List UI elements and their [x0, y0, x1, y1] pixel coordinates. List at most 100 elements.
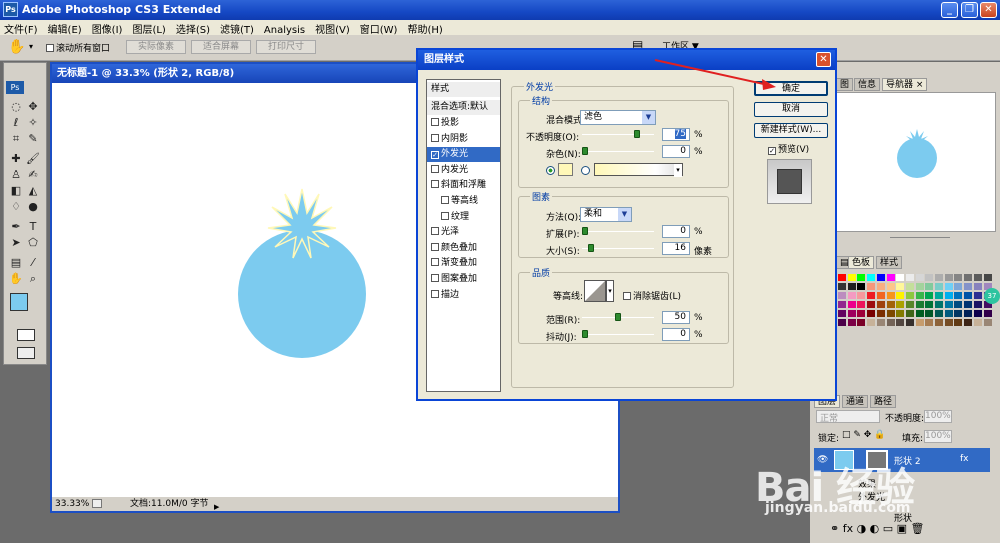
blur-tool-icon[interactable]: ♢ [9, 200, 23, 214]
color-swatch[interactable] [983, 274, 992, 281]
color-swatch[interactable] [857, 283, 866, 290]
color-swatch[interactable] [915, 310, 924, 317]
jitter-field[interactable]: 0 [662, 328, 690, 341]
antialias-checkbox[interactable]: 消除锯齿(L) [623, 289, 681, 302]
color-swatch[interactable] [964, 319, 973, 326]
color-swatch[interactable] [935, 274, 943, 281]
style-item[interactable]: 渐变叠加 [427, 256, 500, 271]
move-tool-icon[interactable]: ✥ [26, 100, 40, 114]
lasso-tool-icon[interactable]: ℓ [9, 116, 23, 130]
color-swatch[interactable] [847, 274, 856, 281]
color-swatch[interactable] [954, 310, 963, 317]
color-swatch[interactable] [964, 310, 973, 317]
color-swatch[interactable] [973, 274, 982, 281]
color-swatch[interactable] [867, 292, 876, 299]
tab-info[interactable]: 信息 [854, 78, 881, 91]
color-swatch[interactable] [915, 274, 924, 281]
color-swatch[interactable] [935, 319, 943, 326]
style-item[interactable]: 纹理 [427, 210, 500, 225]
style-item[interactable]: 等高线 [427, 194, 500, 209]
color-swatch[interactable] [964, 292, 973, 299]
color-swatch[interactable] [954, 292, 963, 299]
glow-color-swatch[interactable] [558, 163, 573, 176]
pen-tool-icon[interactable]: ✒ [9, 220, 23, 234]
style-item-checkbox[interactable] [431, 242, 439, 251]
contour-picker[interactable] [584, 280, 606, 302]
color-swatch[interactable] [847, 292, 856, 299]
color-swatch[interactable] [896, 319, 905, 326]
menu-view[interactable]: 视图(V) [311, 20, 356, 36]
color-swatch[interactable] [857, 301, 866, 308]
style-item-checkbox[interactable] [431, 274, 439, 282]
style-item[interactable]: 斜面和浮雕 [427, 178, 500, 193]
style-item[interactable]: 光泽 [427, 225, 500, 240]
color-swatch[interactable] [886, 301, 895, 308]
color-swatch[interactable] [838, 274, 846, 281]
style-item-checkbox[interactable] [431, 289, 439, 298]
color-swatch[interactable] [983, 319, 992, 326]
color-swatch[interactable] [847, 310, 856, 317]
menu-help[interactable]: 帮助(H) [403, 20, 448, 36]
path-select-icon[interactable]: ➤ [9, 236, 23, 250]
color-swatch[interactable] [944, 274, 953, 281]
color-swatch[interactable] [915, 292, 924, 299]
magic-wand-tool-icon[interactable]: ✧ [26, 116, 40, 130]
color-swatch[interactable] [954, 319, 963, 326]
jitter-slider[interactable] [582, 330, 654, 338]
color-swatch[interactable] [925, 283, 934, 290]
status-icon[interactable] [92, 499, 102, 508]
color-swatch[interactable] [964, 301, 973, 308]
color-swatch[interactable] [983, 310, 992, 317]
color-swatch[interactable] [876, 301, 885, 308]
style-item[interactable]: 描边 [427, 288, 500, 303]
blend-mode-select[interactable]: 滤色 ▼ [580, 110, 656, 125]
navigator-zoom-slider[interactable] [890, 237, 950, 238]
color-swatch[interactable] [944, 292, 953, 299]
dialog-close-icon[interactable]: ✕ [816, 52, 831, 67]
color-swatch[interactable] [935, 301, 943, 308]
gradient-radio[interactable] [581, 166, 590, 175]
color-swatch[interactable] [886, 310, 895, 317]
color-swatch[interactable] [954, 283, 963, 290]
color-swatch[interactable] [915, 301, 924, 308]
crop-tool-icon[interactable]: ⌗ [9, 132, 23, 146]
color-swatch[interactable] [905, 283, 914, 290]
range-slider[interactable] [582, 313, 654, 321]
color-swatch[interactable] [944, 310, 953, 317]
shape-tool-icon[interactable]: ⬠ [26, 236, 40, 250]
color-swatch[interactable] [935, 310, 943, 317]
color-swatch[interactable] [915, 319, 924, 326]
color-swatch[interactable] [925, 319, 934, 326]
color-swatch[interactable] [857, 274, 866, 281]
menu-layer[interactable]: 图层(L) [128, 20, 171, 36]
navigator-preview[interactable] [836, 92, 996, 232]
tab-paths[interactable]: 路径 [870, 395, 897, 408]
hand-tool-icon[interactable]: ✋ [9, 272, 23, 286]
color-swatch[interactable] [925, 310, 934, 317]
style-item[interactable]: 内发光 [427, 163, 500, 178]
swatch-grid[interactable] [837, 272, 995, 384]
style-item-checkbox[interactable] [431, 227, 439, 236]
style-item-checkbox[interactable] [431, 258, 439, 267]
foreground-color-swatch[interactable] [10, 293, 28, 311]
menu-image[interactable]: 图像(I) [88, 20, 129, 36]
color-swatch[interactable] [867, 319, 876, 326]
solid-color-radio[interactable] [546, 166, 555, 175]
color-swatch[interactable] [876, 274, 885, 281]
size-field[interactable]: 16 [662, 242, 690, 255]
tab-swatches[interactable]: 色板 [848, 256, 875, 269]
method-select[interactable]: 柔和 ▼ [580, 207, 632, 222]
style-item[interactable]: 内阴影 [427, 132, 500, 147]
color-swatch[interactable] [896, 283, 905, 290]
type-tool-icon[interactable]: T [26, 220, 40, 234]
color-swatch[interactable] [973, 310, 982, 317]
fit-screen-button[interactable]: 适合屏幕 [191, 40, 251, 54]
color-swatch[interactable] [944, 301, 953, 308]
color-swatch[interactable] [954, 301, 963, 308]
style-item-checkbox[interactable] [431, 164, 439, 173]
color-swatch[interactable] [838, 301, 846, 308]
noise-field[interactable]: 0 [662, 145, 690, 158]
spread-slider[interactable] [582, 227, 654, 235]
style-item[interactable]: ✓ 外发光 [427, 147, 500, 163]
brush-tool-icon[interactable]: 🖌 [26, 152, 40, 166]
